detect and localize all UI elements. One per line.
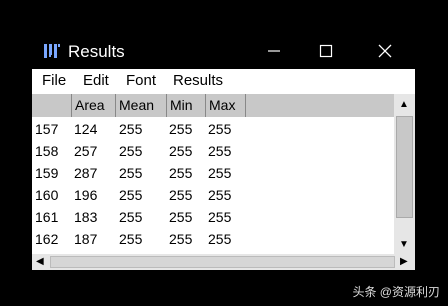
table-header: Area Mean Min Max bbox=[32, 94, 394, 117]
results-table: Area Mean Min Max 157 124 255 255 255 15… bbox=[32, 94, 394, 254]
column-header-min[interactable]: Min bbox=[167, 94, 206, 117]
column-header-index[interactable] bbox=[32, 94, 72, 117]
cell-area: 196 bbox=[74, 187, 98, 203]
cell-area: 287 bbox=[74, 165, 98, 181]
cell-mean: 255 bbox=[119, 187, 143, 203]
table-row[interactable]: 161 183 255 255 255 bbox=[32, 206, 394, 228]
menu-edit[interactable]: Edit bbox=[83, 72, 109, 89]
menu-results[interactable]: Results bbox=[173, 72, 223, 89]
cell-min: 255 bbox=[169, 209, 193, 225]
cell-index: 160 bbox=[35, 187, 59, 203]
minimize-icon bbox=[268, 50, 280, 52]
table-row[interactable]: 159 287 255 255 255 bbox=[32, 162, 394, 184]
close-icon bbox=[378, 44, 392, 58]
scroll-up-icon[interactable]: ▲ bbox=[399, 99, 409, 110]
scroll-right-icon[interactable]: ▶ bbox=[400, 256, 408, 267]
cell-mean: 255 bbox=[119, 231, 143, 247]
cell-area: 183 bbox=[74, 209, 98, 225]
cell-index: 157 bbox=[35, 121, 59, 137]
column-header-max[interactable]: Max bbox=[206, 94, 246, 117]
cell-min: 255 bbox=[169, 231, 193, 247]
table-row[interactable]: 162 187 255 255 255 bbox=[32, 228, 394, 250]
horizontal-scrollbar[interactable]: ◀ ▶ bbox=[32, 254, 415, 270]
cell-area: 187 bbox=[74, 231, 98, 247]
cell-min: 255 bbox=[169, 187, 193, 203]
scroll-left-icon[interactable]: ◀ bbox=[36, 256, 44, 267]
table-row[interactable]: 160 196 255 255 255 bbox=[32, 184, 394, 206]
cell-mean: 255 bbox=[119, 121, 143, 137]
cell-index: 159 bbox=[35, 165, 59, 181]
cell-min: 255 bbox=[169, 165, 193, 181]
cell-mean: 255 bbox=[119, 209, 143, 225]
cell-min: 255 bbox=[169, 121, 193, 137]
cell-min: 255 bbox=[169, 143, 193, 159]
cell-max: 255 bbox=[208, 165, 232, 181]
horizontal-scroll-thumb[interactable] bbox=[50, 256, 395, 268]
column-header-area[interactable]: Area bbox=[72, 94, 116, 117]
window-title: Results bbox=[68, 42, 125, 61]
cell-max: 255 bbox=[208, 121, 232, 137]
imagej-app-icon bbox=[44, 44, 60, 58]
vertical-scroll-thumb[interactable] bbox=[396, 116, 413, 218]
column-header-mean[interactable]: Mean bbox=[116, 94, 167, 117]
title-bar[interactable]: Results bbox=[32, 33, 415, 69]
cell-area: 124 bbox=[74, 121, 98, 137]
table-row[interactable]: 158 257 255 255 255 bbox=[32, 140, 394, 162]
cell-index: 162 bbox=[35, 231, 59, 247]
cell-mean: 255 bbox=[119, 165, 143, 181]
menu-bar: File Edit Font Results bbox=[32, 69, 415, 93]
cell-index: 158 bbox=[35, 143, 59, 159]
maximize-button[interactable] bbox=[314, 39, 338, 63]
cell-mean: 255 bbox=[119, 143, 143, 159]
cell-max: 255 bbox=[208, 143, 232, 159]
cell-max: 255 bbox=[208, 187, 232, 203]
cell-index: 161 bbox=[35, 209, 59, 225]
maximize-icon bbox=[319, 44, 333, 58]
vertical-scrollbar[interactable]: ▲ ▼ bbox=[394, 94, 415, 254]
cell-max: 255 bbox=[208, 209, 232, 225]
close-button[interactable] bbox=[373, 39, 397, 63]
menu-font[interactable]: Font bbox=[126, 72, 156, 89]
minimize-button[interactable] bbox=[262, 39, 286, 63]
watermark: 头条 @资源利刃 bbox=[352, 285, 440, 299]
cell-area: 257 bbox=[74, 143, 98, 159]
menu-file[interactable]: File bbox=[42, 72, 66, 89]
results-window: Results File Edit Font Results Area Mean… bbox=[32, 33, 415, 270]
cell-max: 255 bbox=[208, 231, 232, 247]
scroll-down-icon[interactable]: ▼ bbox=[399, 239, 409, 250]
table-row[interactable]: 157 124 255 255 255 bbox=[32, 118, 394, 140]
